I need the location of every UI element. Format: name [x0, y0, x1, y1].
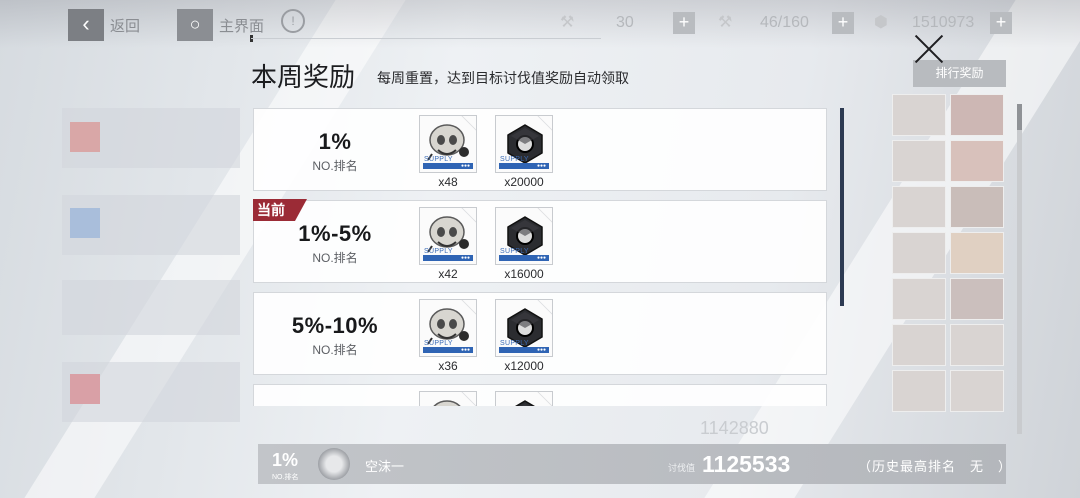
chevron-left-icon: ‹ — [82, 11, 90, 36]
close-button[interactable] — [913, 33, 945, 65]
bg-portrait — [892, 324, 946, 366]
reward-item[interactable]: SUPPLY ●●● x16000 — [495, 207, 553, 281]
circle-icon: ○ — [189, 14, 201, 34]
my-rank-label: NO.排名 — [272, 474, 299, 481]
reward-item-box: SUPPLY ●●● — [419, 207, 477, 265]
reward-item[interactable]: SUPPLY ●●● x42 — [419, 207, 477, 281]
supply-label: SUPPLY — [424, 156, 453, 163]
reward-item-box: SUPPLY ●●● — [495, 299, 553, 357]
rarity-stars-icon: ●●● — [536, 255, 546, 261]
reward-item-box: SUPPLY●●● — [419, 391, 477, 406]
bg-star-icon — [70, 374, 100, 404]
my-rank-bar: 1% NO.排名 空沫一 讨伐值 1125533 （历史最高排名 无 ） — [258, 444, 1013, 484]
reward-item-box: SUPPLY ●●● — [495, 115, 553, 173]
supply-label: SUPPLY — [500, 340, 529, 347]
reward-item[interactable]: SUPPLY ●●● x48 — [419, 115, 477, 189]
reward-count: x42 — [438, 267, 458, 281]
resource-value: 1510973 — [912, 14, 975, 31]
reward-item[interactable]: SUPPLY●●● — [495, 391, 553, 406]
bg-portrait — [950, 370, 1004, 412]
supply-label: SUPPLY — [424, 248, 453, 255]
reward-row: 当前 1%-5% NO.排名 SUPPLY ●●● x42 SUPPLY ●●● x16000 — [253, 199, 827, 283]
supply-label: SUPPLY — [424, 340, 453, 347]
reward-row: SUPPLY●●● SUPPLY●●● — [253, 384, 827, 406]
bg-portrait — [950, 186, 1004, 228]
bg-score-ghost: 1142880 — [700, 418, 769, 438]
hex-nut-icon — [515, 400, 535, 406]
reward-item-box: SUPPLY ●●● — [495, 207, 553, 265]
home-button[interactable]: ○ — [177, 9, 213, 41]
add-resource-button[interactable]: + — [990, 12, 1012, 34]
bg-portrait — [892, 232, 946, 274]
back-button[interactable]: ‹ — [68, 9, 104, 41]
rank-label: NO.排名 — [312, 251, 358, 265]
bg-scrollbar-thumb[interactable] — [1017, 104, 1022, 130]
rank-range: 1% — [318, 129, 352, 154]
back-label: 返回 — [110, 18, 141, 35]
rarity-stars-icon: ●●● — [460, 163, 470, 169]
bg-scrollbar-track — [1017, 104, 1022, 434]
rank-range: 5%-10% — [291, 313, 379, 338]
reward-item[interactable]: SUPPLY ●●● x36 — [419, 299, 477, 373]
bg-portrait — [892, 94, 946, 136]
bg-portrait — [892, 278, 946, 320]
bg-portrait — [950, 324, 1004, 366]
bg-mail-icon — [70, 122, 100, 152]
hex-coin-icon: ⬢ — [874, 14, 888, 31]
bg-portrait-column — [892, 94, 1008, 434]
score-label: 讨伐值 — [668, 463, 696, 473]
reward-list[interactable]: 1% NO.排名 SUPPLY ●●● x48 SUPPLY ●●● x20000 当前 1%-… — [253, 108, 829, 406]
modal-title: 本周奖励 — [251, 62, 356, 92]
reward-item-box: SUPPLY ●●● — [419, 299, 477, 357]
key-icon: ⚒ — [560, 14, 575, 31]
avatar — [318, 448, 350, 480]
reward-count: x48 — [438, 175, 458, 189]
bg-portrait — [892, 186, 946, 228]
rarity-stars-icon: ●●● — [536, 163, 546, 169]
bg-left-card — [62, 280, 240, 335]
reward-count: x12000 — [504, 359, 544, 373]
reward-row: 5%-10% NO.排名 SUPPLY ●●● x36 SUPPLY ●●● x12000 — [253, 292, 827, 375]
list-scrollbar[interactable] — [840, 108, 844, 306]
bg-portrait — [892, 140, 946, 182]
my-rank: 1% — [272, 450, 299, 470]
rank-range: 1%-5% — [298, 221, 372, 246]
reward-count: x20000 — [504, 175, 544, 189]
rarity-stars-icon: ●●● — [536, 347, 546, 353]
rank-label: NO.排名 — [312, 159, 358, 173]
bg-portrait — [950, 232, 1004, 274]
supply-label: SUPPLY — [500, 248, 529, 255]
hammer-icon: ⚒ — [718, 14, 733, 31]
title-divider — [251, 38, 601, 39]
reward-item[interactable]: SUPPLY ●●● x12000 — [495, 299, 553, 373]
modal-subtitle: 每周重置，达到目标讨伐值奖励自动领取 — [377, 70, 629, 86]
player-name: 空沫一 — [365, 459, 405, 474]
rank-label: NO.排名 — [312, 343, 358, 357]
bg-portrait — [950, 94, 1004, 136]
bg-gear-icon — [70, 208, 100, 238]
supply-label: SUPPLY — [500, 156, 529, 163]
rarity-stars-icon: ●●● — [460, 255, 470, 261]
reward-row: 1% NO.排名 SUPPLY ●●● x48 SUPPLY ●●● x20000 — [253, 108, 827, 191]
bg-portrait — [950, 140, 1004, 182]
reward-item[interactable]: SUPPLY●●● — [419, 391, 477, 406]
reward-count: x16000 — [504, 267, 544, 281]
reward-item-box: SUPPLY ●●● — [419, 115, 477, 173]
bg-portrait — [892, 370, 946, 412]
reward-count: x36 — [438, 359, 458, 373]
rarity-stars-icon: ●●● — [460, 347, 470, 353]
current-badge: 当前 — [253, 199, 307, 221]
reward-item[interactable]: SUPPLY ●●● x20000 — [495, 115, 553, 189]
bg-portrait — [950, 278, 1004, 320]
supply-mask-icon — [433, 400, 461, 406]
history-best-rank: （历史最高排名 无 ） — [858, 459, 1013, 474]
reward-item-box: SUPPLY●●● — [495, 391, 553, 406]
my-score: 1125533 — [702, 451, 791, 477]
